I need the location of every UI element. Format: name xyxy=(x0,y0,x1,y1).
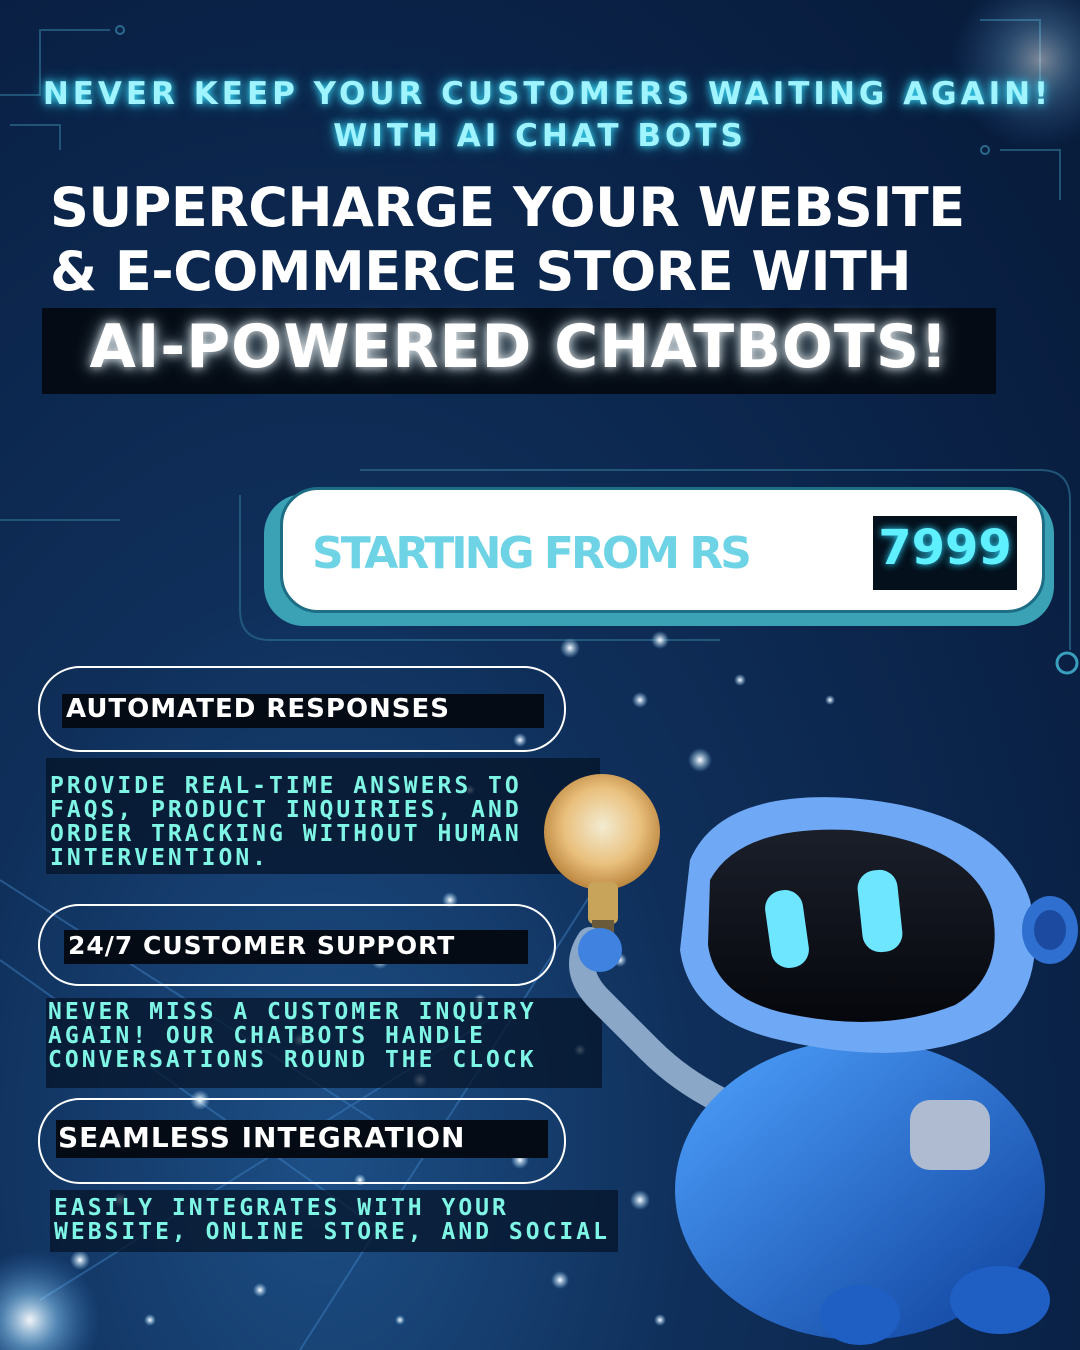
feature-title-support: 24/7 CUSTOMER SUPPORT xyxy=(68,931,456,960)
headline-line-2: & E-COMMERCE STORE WITH xyxy=(50,240,912,303)
feature-description-support: NEVER MISS A CUSTOMER INQUIRY AGAIN! OUR… xyxy=(48,999,537,1073)
feature-description-integration: EASILY INTEGRATES WITH YOUR WEBSITE, ONL… xyxy=(54,1195,610,1245)
lightbulb-icon xyxy=(544,774,660,936)
feature-title-automated: AUTOMATED RESPONSES xyxy=(66,694,451,724)
tagline-line-2: WITH AI CHAT BOTS xyxy=(333,118,747,154)
tagline-line-1: NEVER KEEP YOUR CUSTOMERS WAITING AGAIN! xyxy=(42,76,1053,112)
price-value: 7999 xyxy=(878,520,1012,576)
robot-icon xyxy=(544,774,1078,1345)
price-label: STARTING FROM RS xyxy=(312,528,752,579)
poster: NEVER KEEP YOUR CUSTOMERS WAITING AGAIN!… xyxy=(0,0,1080,1350)
headline-highlight: AI-POWERED CHATBOTS! xyxy=(89,312,949,382)
headline-line-1: SUPERCHARGE YOUR WEBSITE xyxy=(50,176,965,239)
feature-description-automated: PROVIDE REAL-TIME ANSWERS TO FAQS, PRODU… xyxy=(50,773,522,871)
feature-title-integration: SEAMLESS INTEGRATION xyxy=(58,1121,466,1154)
